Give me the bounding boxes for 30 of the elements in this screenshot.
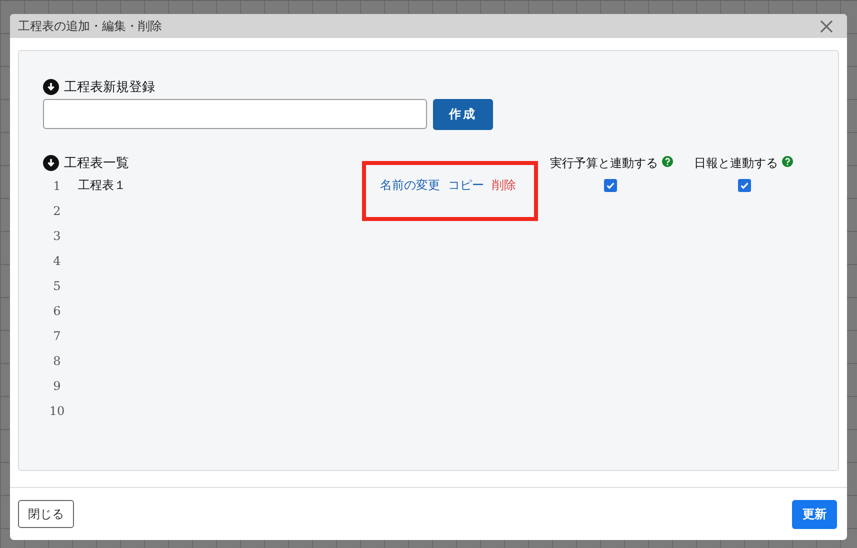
row-number: 1 — [52, 178, 62, 192]
help-icon[interactable] — [782, 156, 793, 166]
action-link[interactable]: 名前の変更 — [380, 177, 440, 194]
row-number: 3 — [52, 228, 62, 242]
arrow-down-circle-icon — [43, 155, 59, 171]
arrow-down-circle-icon — [43, 79, 59, 95]
create-button[interactable]: 作成 — [433, 99, 493, 130]
dialog-title: 工程表の追加・編集・削除 — [18, 18, 162, 34]
name-input-field[interactable] — [43, 99, 427, 129]
row-number: 9 — [52, 378, 62, 392]
help-icon[interactable] — [662, 156, 673, 166]
close-button[interactable]: 閉じる — [18, 500, 74, 528]
action-link[interactable]: コピー — [448, 177, 484, 194]
close-icon[interactable] — [820, 20, 833, 32]
update-button[interactable]: 更新 — [792, 500, 837, 528]
checkbox[interactable] — [604, 179, 617, 192]
row-number: 2 — [52, 204, 62, 218]
row-number: 4 — [52, 254, 62, 268]
row-number: 10 — [48, 404, 66, 418]
schedule-name: 工程表１ — [78, 178, 126, 192]
column-header: 日報と連動する — [694, 154, 778, 172]
section-title: 工程表一覧 — [64, 155, 129, 172]
checkbox[interactable] — [738, 179, 751, 192]
column-header: 実行予算と連動する — [550, 154, 658, 172]
row-number: 5 — [52, 278, 62, 292]
section-title: 工程表新規登録 — [64, 79, 155, 96]
action-link[interactable]: 削除 — [492, 177, 516, 194]
row-number: 6 — [52, 304, 62, 318]
row-number: 7 — [52, 328, 62, 342]
row-number: 8 — [52, 354, 62, 368]
